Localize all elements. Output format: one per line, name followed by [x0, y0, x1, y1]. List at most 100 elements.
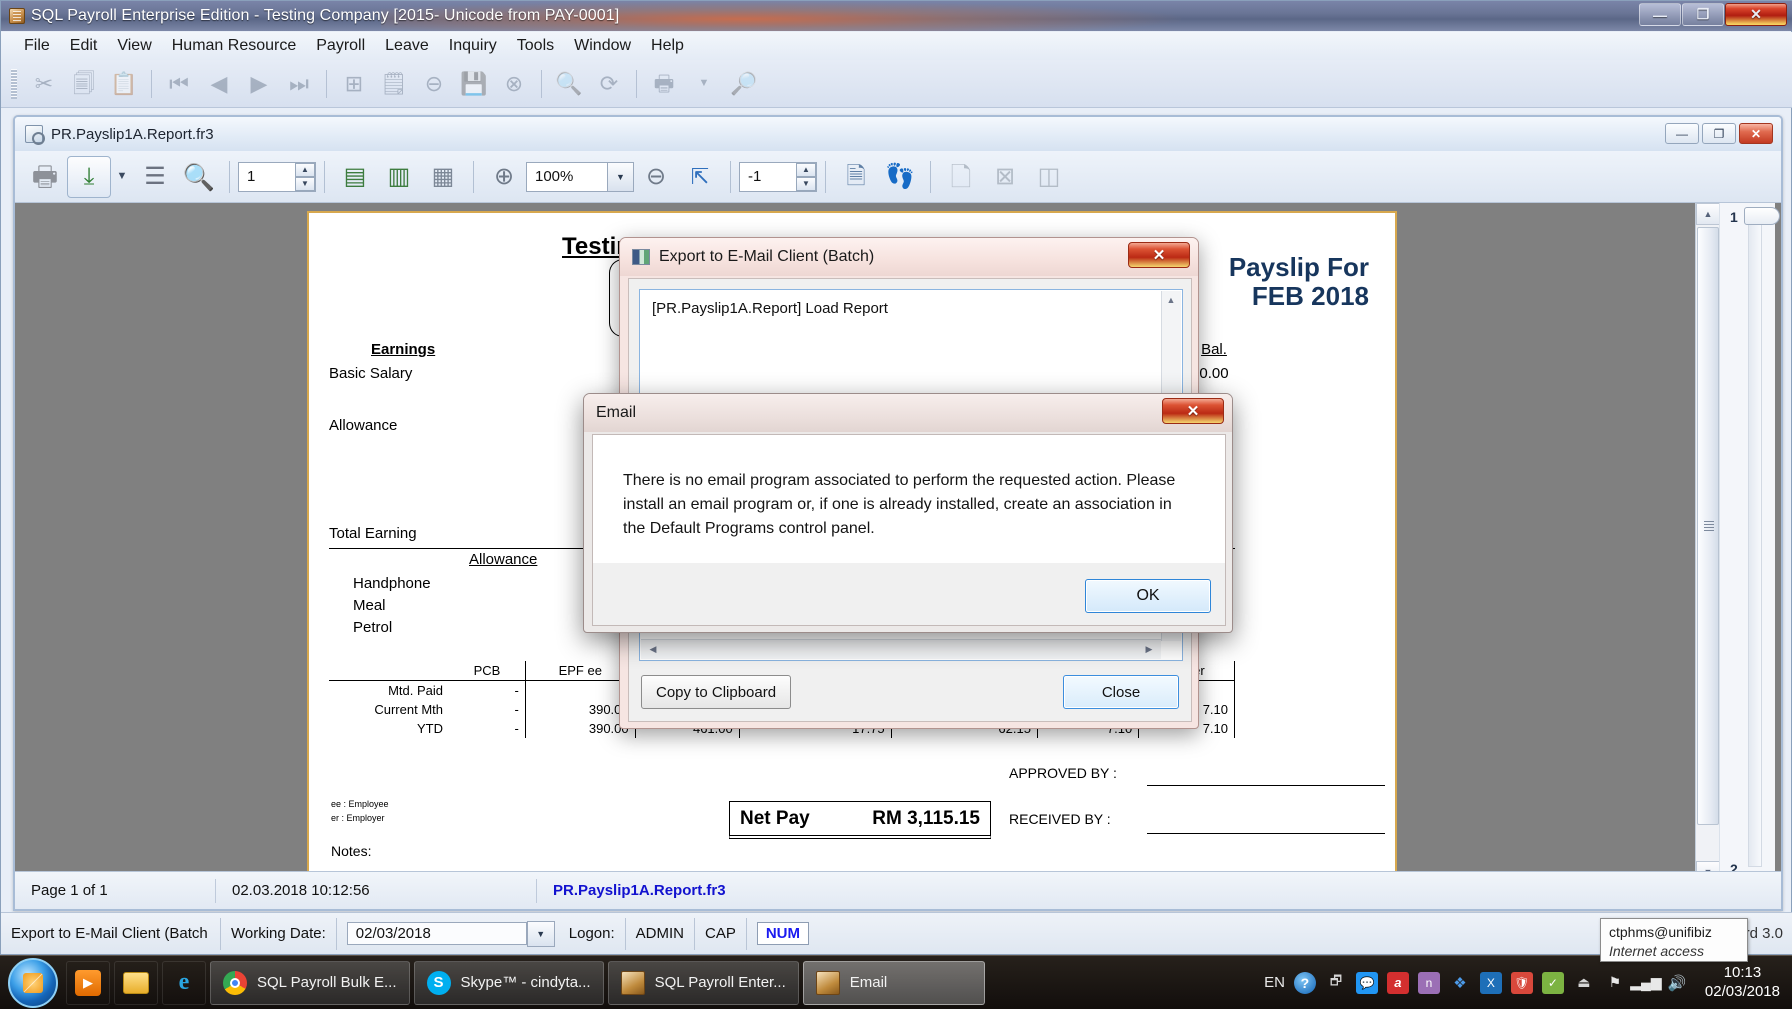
taskbar-item-skype[interactable]: S Skype™ - cindyta...	[414, 961, 604, 1005]
zoom-in-icon[interactable]: ⊕	[482, 156, 526, 198]
scale-spinner[interactable]: ▲ ▼	[796, 163, 816, 191]
chevron-down-icon[interactable]: ▼	[111, 156, 133, 198]
edit-page-icon[interactable]: 🗎	[834, 156, 878, 198]
security-icon[interactable]: 🛡	[1511, 972, 1533, 994]
menu-edit[interactable]: Edit	[61, 34, 107, 58]
previous-record-icon[interactable]: ◀	[200, 66, 238, 102]
export-log-horizontal-scrollbar[interactable]: ◀ ▶	[641, 639, 1161, 659]
onenote-icon[interactable]: n	[1418, 972, 1440, 994]
close-icon[interactable]: ✕	[1162, 398, 1224, 424]
delete-page-icon[interactable]: ⊠	[983, 156, 1027, 198]
menu-leave[interactable]: Leave	[376, 34, 438, 58]
fullscreen-icon[interactable]: ⇱	[678, 156, 722, 198]
close-icon[interactable]: ✕	[1128, 242, 1190, 268]
network-icon[interactable]: ⚑	[1604, 972, 1626, 994]
usb-safely-remove-icon[interactable]: ⏏	[1573, 972, 1595, 994]
chevron-down-icon[interactable]: ▼	[607, 163, 633, 191]
page-number-spinner[interactable]: ▲ ▼	[295, 163, 315, 191]
page-outline-icon[interactable]: ☰	[133, 156, 177, 198]
scroll-up-icon[interactable]: ▲	[1696, 203, 1720, 225]
refresh-icon[interactable]: ⟳	[590, 66, 628, 102]
report-close-button[interactable]: ✕	[1739, 123, 1773, 144]
chevron-down-icon[interactable]: ▼	[527, 921, 555, 947]
spinner-up-icon[interactable]: ▲	[796, 163, 816, 177]
view-single-page-icon[interactable]: ▤	[333, 156, 377, 198]
view-whole-page-icon[interactable]: ▦	[421, 156, 465, 198]
page-navigation-rail[interactable]: 1 2	[1719, 203, 1775, 883]
windows-start-orb[interactable]	[8, 958, 58, 1008]
menu-human-resource[interactable]: Human Resource	[163, 34, 306, 58]
spinner-down-icon[interactable]: ▼	[295, 177, 315, 191]
spinner-down-icon[interactable]: ▼	[796, 177, 816, 191]
dropbox-check-icon[interactable]: ✓	[1542, 972, 1564, 994]
print-icon[interactable]: 🖶	[645, 66, 683, 102]
find-icon[interactable]: 🔍	[177, 156, 221, 198]
paste-icon[interactable]: 📋	[105, 66, 143, 102]
cut-icon[interactable]: ✂	[25, 66, 63, 102]
last-record-icon[interactable]: ⏭	[280, 66, 318, 102]
menu-tools[interactable]: Tools	[508, 34, 563, 58]
spinner-up-icon[interactable]: ▲	[295, 163, 315, 177]
help-icon[interactable]: ?	[1294, 972, 1316, 994]
internet-explorer-icon[interactable]: e	[162, 961, 206, 1005]
first-record-icon[interactable]: ⏮	[160, 66, 198, 102]
show-hidden-icons-icon[interactable]: 🗗	[1325, 972, 1347, 994]
print-icon[interactable]: 🖶	[23, 156, 67, 198]
scrollbar-thumb[interactable]	[1697, 227, 1719, 825]
scroll-left-icon[interactable]: ◀	[644, 641, 662, 659]
new-page-icon[interactable]: 🗋	[939, 156, 983, 198]
find-icon[interactable]: 🔎	[725, 66, 763, 102]
signal-icon[interactable]: ▂▄▆	[1635, 972, 1657, 994]
preview-icon[interactable]: 🔍	[550, 66, 588, 102]
report-minimize-button[interactable]: —	[1665, 123, 1699, 144]
menu-file[interactable]: File	[15, 34, 59, 58]
menu-payroll[interactable]: Payroll	[307, 34, 374, 58]
taskbar-item-sql-payroll-enterprise[interactable]: SQL Payroll Enter...	[608, 961, 799, 1005]
maximize-button[interactable]: ❐	[1682, 3, 1724, 26]
scroll-up-icon[interactable]: ▲	[1162, 291, 1180, 309]
page-rail-thumb[interactable]	[1744, 207, 1780, 225]
volume-icon[interactable]: 🔊	[1666, 972, 1688, 994]
toolbar-grip[interactable]	[11, 69, 17, 99]
print-dropdown-icon[interactable]: ▼	[685, 66, 723, 102]
excel-icon[interactable]: X	[1480, 972, 1502, 994]
report-maximize-button[interactable]: ❐	[1702, 123, 1736, 144]
language-indicator[interactable]: EN	[1264, 974, 1285, 991]
save-icon[interactable]: 💾	[455, 66, 493, 102]
view-two-page-icon[interactable]: ▥	[377, 156, 421, 198]
taskbar-clock[interactable]: 10:13 02/03/2018	[1697, 964, 1780, 1002]
ok-button[interactable]: OK	[1085, 579, 1211, 613]
delete-record-icon[interactable]: ⊖	[415, 66, 453, 102]
footprint-icon[interactable]: 👣	[878, 156, 922, 198]
taskbar-item-email[interactable]: Email	[803, 961, 985, 1005]
menu-window[interactable]: Window	[565, 34, 640, 58]
messenger-icon[interactable]: 💬	[1356, 972, 1378, 994]
next-record-icon[interactable]: ▶	[240, 66, 278, 102]
menu-view[interactable]: View	[108, 34, 160, 58]
copy-to-clipboard-button[interactable]: Copy to Clipboard	[641, 675, 791, 709]
cancel-icon[interactable]: ⊗	[495, 66, 533, 102]
dropbox-icon[interactable]: ❖	[1449, 972, 1471, 994]
zoom-level-combobox[interactable]: 100% ▼	[526, 162, 634, 192]
avira-icon[interactable]: a	[1387, 972, 1409, 994]
explorer-icon[interactable]	[114, 961, 158, 1005]
blank-page-icon[interactable]: ◫	[1027, 156, 1071, 198]
new-record-icon[interactable]: ⊞	[335, 66, 373, 102]
media-player-icon[interactable]: ▶	[66, 961, 110, 1005]
viewport-vertical-scrollbar[interactable]: ▲ ▼	[1695, 203, 1719, 883]
close-button[interactable]: ✕	[1725, 3, 1787, 26]
close-button[interactable]: Close	[1063, 675, 1179, 709]
zoom-out-icon[interactable]: ⊖	[634, 156, 678, 198]
copy-icon[interactable]: 🗐	[65, 66, 103, 102]
minimize-button[interactable]: —	[1639, 3, 1681, 26]
taskbar-item-sql-payroll-bulk[interactable]: SQL Payroll Bulk E...	[210, 961, 410, 1005]
export-icon[interactable]: ⤓	[67, 156, 111, 198]
page-rail-track[interactable]	[1748, 217, 1762, 867]
scale-input[interactable]: -1 ▲ ▼	[739, 162, 817, 192]
edit-record-icon[interactable]: 🗒	[375, 66, 413, 102]
menu-inquiry[interactable]: Inquiry	[440, 34, 506, 58]
page-number-input[interactable]: 1 ▲ ▼	[238, 162, 316, 192]
menu-help[interactable]: Help	[642, 34, 693, 58]
working-date-input[interactable]: 02/03/2018	[347, 922, 527, 945]
scroll-right-icon[interactable]: ▶	[1140, 641, 1158, 659]
